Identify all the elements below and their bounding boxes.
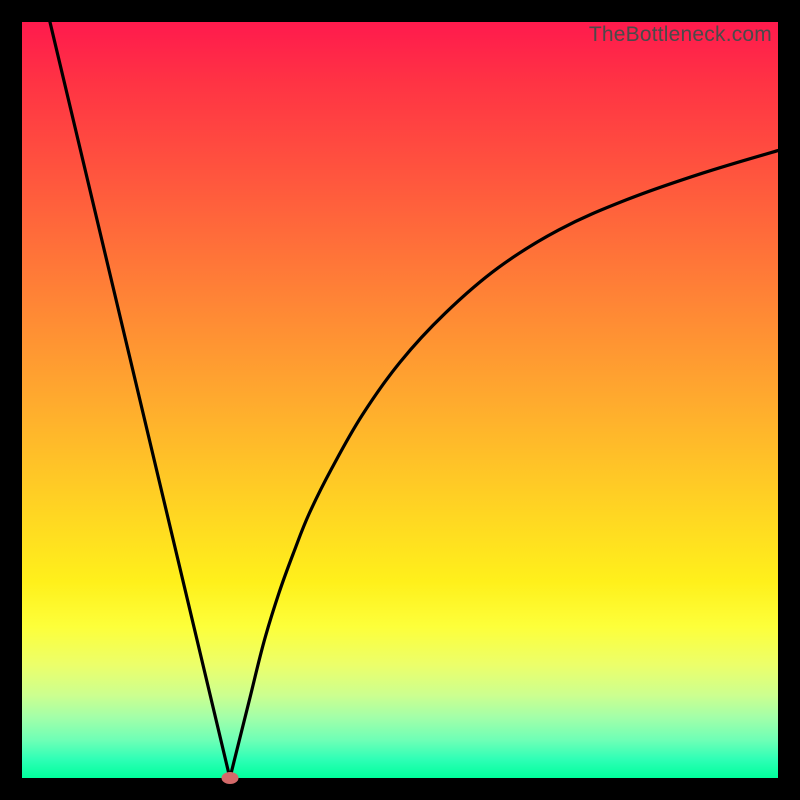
chart-frame: TheBottleneck.com: [22, 22, 778, 778]
bottleneck-curve: [22, 22, 778, 778]
minimum-marker: [221, 772, 238, 784]
watermark-text: TheBottleneck.com: [589, 23, 772, 47]
